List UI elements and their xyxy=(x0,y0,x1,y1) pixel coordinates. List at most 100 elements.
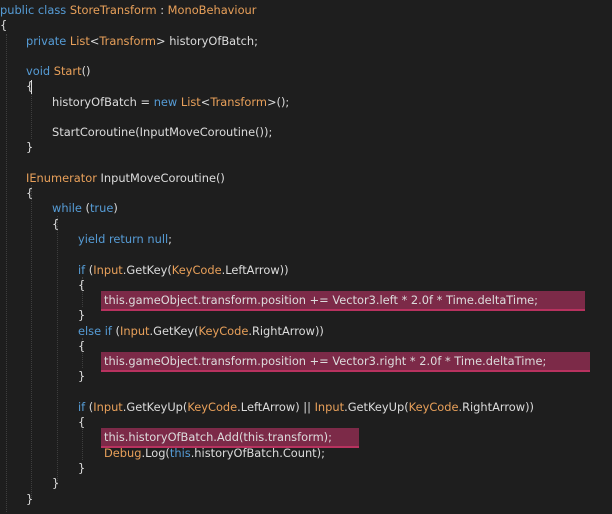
keyword-token: if xyxy=(104,324,112,338)
keyword-token: return xyxy=(108,232,144,246)
type-token: Input xyxy=(93,400,123,414)
keyword-token: public xyxy=(0,3,35,17)
code-line: if (Input.GetKeyUp(KeyCode.LeftArrow) ||… xyxy=(78,399,534,415)
indent-guide xyxy=(82,429,83,460)
code-line: } xyxy=(26,491,33,507)
code-line: historyOfBatch = new List<Transform>(); xyxy=(52,94,289,110)
code-token: this.gameObject.transform.position += Ve… xyxy=(104,293,539,307)
code-token: .GetKey( xyxy=(149,324,199,338)
code-token: } xyxy=(26,140,34,154)
code-line: } xyxy=(78,460,85,476)
type-token: Debug xyxy=(104,446,142,460)
code-token: { xyxy=(52,217,60,231)
code-line: { xyxy=(52,216,59,232)
code-token: { xyxy=(78,415,86,429)
code-line: StartCoroutine(InputMoveCoroutine()); xyxy=(52,124,272,140)
code-token: } xyxy=(78,369,86,383)
code-token: ; xyxy=(168,232,173,246)
code-token: ( xyxy=(111,324,121,338)
code-token: } xyxy=(52,476,60,490)
code-token: > historyOfBatch; xyxy=(156,34,258,48)
code-token: } xyxy=(78,461,86,475)
code-token: { xyxy=(78,278,86,292)
code-token: () xyxy=(81,64,91,78)
code-token: { xyxy=(78,339,86,353)
type-token: KeyCode xyxy=(198,324,249,338)
code-line: { xyxy=(26,78,33,94)
code-token: .RightArrow)) xyxy=(458,400,534,414)
indent-guide xyxy=(31,94,32,139)
text-cursor xyxy=(31,80,32,94)
code-line: { xyxy=(0,17,7,33)
code-line: Debug.Log(this.historyOfBatch.Count); xyxy=(104,445,325,461)
code-token: ( xyxy=(81,201,90,215)
indent-guide xyxy=(31,185,32,500)
code-token: < xyxy=(200,95,211,109)
code-token: .GetKey( xyxy=(122,263,172,277)
code-token: } xyxy=(26,492,34,506)
code-line: private List<Transform> historyOfBatch; xyxy=(26,33,258,49)
code-token: this.historyOfBatch.Add(this.transform); xyxy=(104,430,332,444)
code-token: .Log( xyxy=(141,446,170,460)
code-token: } xyxy=(78,308,86,322)
code-line: public class StoreTransform : MonoBehavi… xyxy=(0,2,256,18)
type-token: MonoBehaviour xyxy=(167,3,257,17)
code-line: } xyxy=(52,475,59,491)
keyword-token: void xyxy=(26,64,51,78)
keyword-token: private xyxy=(26,34,67,48)
code-token: .LeftArrow)) xyxy=(221,263,289,277)
code-token: .GetKeyUp( xyxy=(344,400,409,414)
type-token: List xyxy=(180,95,201,109)
code-editor[interactable]: public class StoreTransform : MonoBehavi… xyxy=(0,0,612,514)
code-line: this.historyOfBatch.Add(this.transform); xyxy=(104,429,332,445)
keyword-token: new xyxy=(153,95,178,109)
type-token: KeyCode xyxy=(171,263,222,277)
indent-guide xyxy=(57,216,58,485)
type-token: StoreTransform xyxy=(69,3,157,17)
keyword-token: class xyxy=(37,3,67,17)
type-token: Input xyxy=(314,400,345,414)
type-token: KeyCode xyxy=(408,400,459,414)
code-line: { xyxy=(78,277,85,293)
type-token: List xyxy=(69,34,90,48)
code-line: } xyxy=(78,368,85,384)
keyword-token: yield xyxy=(78,232,106,246)
keyword-token: while xyxy=(52,201,82,215)
code-line: } xyxy=(78,307,85,323)
code-token: historyOfBatch = xyxy=(52,95,154,109)
type-token: Input xyxy=(93,263,123,277)
code-token: ) xyxy=(113,201,118,215)
keyword-token: else xyxy=(78,324,102,338)
keyword-token: this xyxy=(169,446,191,460)
type-token: Input xyxy=(120,324,150,338)
code-line: if (Input.GetKey(KeyCode.LeftArrow)) xyxy=(78,262,289,278)
code-token: { xyxy=(26,79,34,93)
code-token: < xyxy=(89,34,100,48)
type-token: Transform xyxy=(210,95,267,109)
code-token: .RightArrow)) xyxy=(248,324,324,338)
code-line: while (true) xyxy=(52,200,118,216)
code-line: { xyxy=(26,185,33,201)
keyword-token: true xyxy=(89,201,114,215)
code-token: this.gameObject.transform.position += Ve… xyxy=(104,354,547,368)
code-token: .historyOfBatch.Count); xyxy=(190,446,325,460)
code-line: this.gameObject.transform.position += Ve… xyxy=(104,353,546,369)
type-token: Transform xyxy=(99,34,157,48)
code-line: yield return null; xyxy=(78,231,172,247)
code-line: IEnumerator InputMoveCoroutine() xyxy=(26,170,225,186)
code-line: { xyxy=(78,414,85,430)
keyword-token: null xyxy=(147,232,169,246)
code-line: } xyxy=(26,139,33,155)
indent-guide xyxy=(6,34,7,512)
code-token: .GetKeyUp( xyxy=(122,400,188,414)
code-token: .LeftArrow) || xyxy=(237,400,315,414)
code-token: { xyxy=(0,18,8,32)
type-token: IEnumerator xyxy=(26,171,97,185)
code-line: else if (Input.GetKey(KeyCode.RightArrow… xyxy=(78,323,324,339)
code-token: : xyxy=(156,3,168,17)
type-token: KeyCode xyxy=(187,400,238,414)
code-token: StartCoroutine(InputMoveCoroutine()); xyxy=(52,125,273,139)
code-line: { xyxy=(78,338,85,354)
code-token: InputMoveCoroutine() xyxy=(96,171,225,185)
type-token: Start xyxy=(53,64,82,78)
